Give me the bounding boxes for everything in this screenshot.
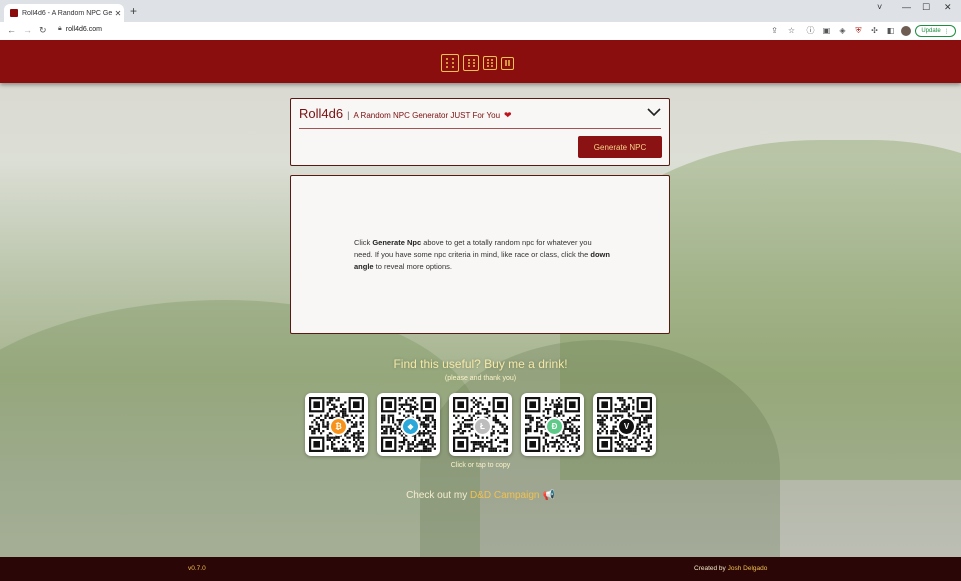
qr-code-venmo[interactable]: V	[593, 393, 656, 456]
new-tab-icon[interactable]: +	[130, 5, 137, 17]
extension-square-icon[interactable]: ▣	[822, 26, 831, 35]
back-icon[interactable]: ←	[7, 25, 16, 35]
brand-separator: |	[347, 110, 350, 120]
site-favicon-icon	[10, 9, 18, 17]
qr-code-dogecoin[interactable]: Ð	[521, 393, 584, 456]
qr-code-bitcoin[interactable]: ₿	[305, 393, 368, 456]
campaign-link[interactable]: D&D Campaign	[470, 490, 539, 501]
update-label: Update	[921, 28, 941, 34]
qr-code-ethereum[interactable]: ◆	[377, 393, 440, 456]
brand-heading: Roll4d6 | A Random NPC Generator JUST Fo…	[299, 106, 512, 121]
card-divider	[299, 128, 661, 129]
browser-toolbar: ← → ↻ 🔒︎ roll4d6.com ⇪ ☆ ⓘ ▣ ◈ ⛨ ✣ ◧ Upd…	[0, 22, 961, 41]
dice-logo[interactable]	[441, 54, 514, 72]
instructions-bold-generate: Generate Npc	[372, 238, 422, 247]
browser-tab[interactable]: Roll4d6 - A Random NPC Genera ✕	[4, 4, 124, 22]
menu-dots-icon: ⋮	[943, 28, 950, 35]
megaphone-icon: 📢	[542, 490, 555, 501]
chevron-down-icon[interactable]	[647, 107, 661, 117]
profile-avatar[interactable]	[901, 26, 911, 36]
campaign-promo: Check out my D&D Campaign 📢	[0, 490, 961, 501]
minimize-icon[interactable]: —	[902, 2, 911, 12]
browser-tab-strip: Roll4d6 - A Random NPC Genera ✕ + ˅ — ☐ …	[0, 0, 961, 22]
campaign-prefix: Check out my	[406, 490, 470, 501]
generate-npc-button[interactable]: Generate NPC	[578, 136, 662, 158]
qr-code-litecoin[interactable]: Ł	[449, 393, 512, 456]
credit-text: Created by Josh Delgado	[694, 565, 768, 572]
extensions-puzzle-icon[interactable]: ✣	[870, 26, 879, 35]
tab-search-icon[interactable]: ˅	[877, 2, 882, 12]
extension-shield-icon[interactable]: ⛨	[854, 26, 863, 35]
venmo-icon: V	[617, 417, 636, 436]
bookmark-star-icon[interactable]: ☆	[787, 26, 796, 35]
site-footer: v0.7.0 Created by Josh Delgado	[0, 557, 961, 581]
generator-card: Roll4d6 | A Random NPC Generator JUST Fo…	[290, 98, 670, 166]
donate-title: Find this useful? Buy me a drink!	[393, 357, 568, 371]
share-icon[interactable]: ⇪	[770, 26, 779, 35]
qr-code-row: ₿ ◆ Ł Ð V	[305, 393, 656, 456]
npc-output-card: Click Generate Npc above to get a totall…	[290, 175, 670, 334]
forward-icon[interactable]: →	[23, 25, 32, 35]
page-background: Roll4d6 | A Random NPC Generator JUST Fo…	[0, 40, 961, 581]
donate-subtitle: (please and thank you)	[444, 375, 517, 382]
die-icon	[501, 56, 514, 70]
copy-hint: Click or tap to copy	[450, 462, 511, 469]
ethereum-icon: ◆	[401, 417, 420, 436]
extension-fox-icon[interactable]: ◈	[838, 26, 847, 35]
bitcoin-icon: ₿	[329, 417, 348, 436]
die-icon	[463, 55, 479, 71]
instructions-text: Click Generate Npc above to get a totall…	[354, 238, 610, 271]
dogecoin-icon: Ð	[545, 417, 564, 436]
close-window-icon[interactable]: ✕	[944, 2, 952, 13]
die-icon	[483, 56, 497, 70]
brand-tagline: A Random NPC Generator JUST For You	[353, 111, 501, 120]
reload-icon[interactable]: ↻	[39, 25, 47, 36]
update-button[interactable]: Update ⋮	[915, 25, 956, 37]
brand-name: Roll4d6	[299, 106, 344, 121]
address-bar[interactable]: 🔒︎ roll4d6.com	[58, 25, 102, 33]
tab-title: Roll4d6 - A Random NPC Genera	[22, 9, 112, 17]
author-link[interactable]: Josh Delgado	[728, 565, 768, 572]
maximize-icon[interactable]: ☐	[922, 2, 930, 13]
extension-info-icon[interactable]: ⓘ	[806, 26, 815, 35]
tab-close-icon[interactable]: ✕	[112, 9, 124, 18]
lock-icon: 🔒︎	[58, 25, 62, 32]
site-header	[0, 40, 961, 83]
die-icon	[441, 54, 459, 72]
url-text: roll4d6.com	[65, 25, 102, 33]
version-label: v0.7.0	[188, 565, 206, 572]
heart-icon: ❤	[504, 110, 512, 120]
side-panel-icon[interactable]: ◧	[886, 26, 895, 35]
litecoin-icon: Ł	[473, 417, 492, 436]
